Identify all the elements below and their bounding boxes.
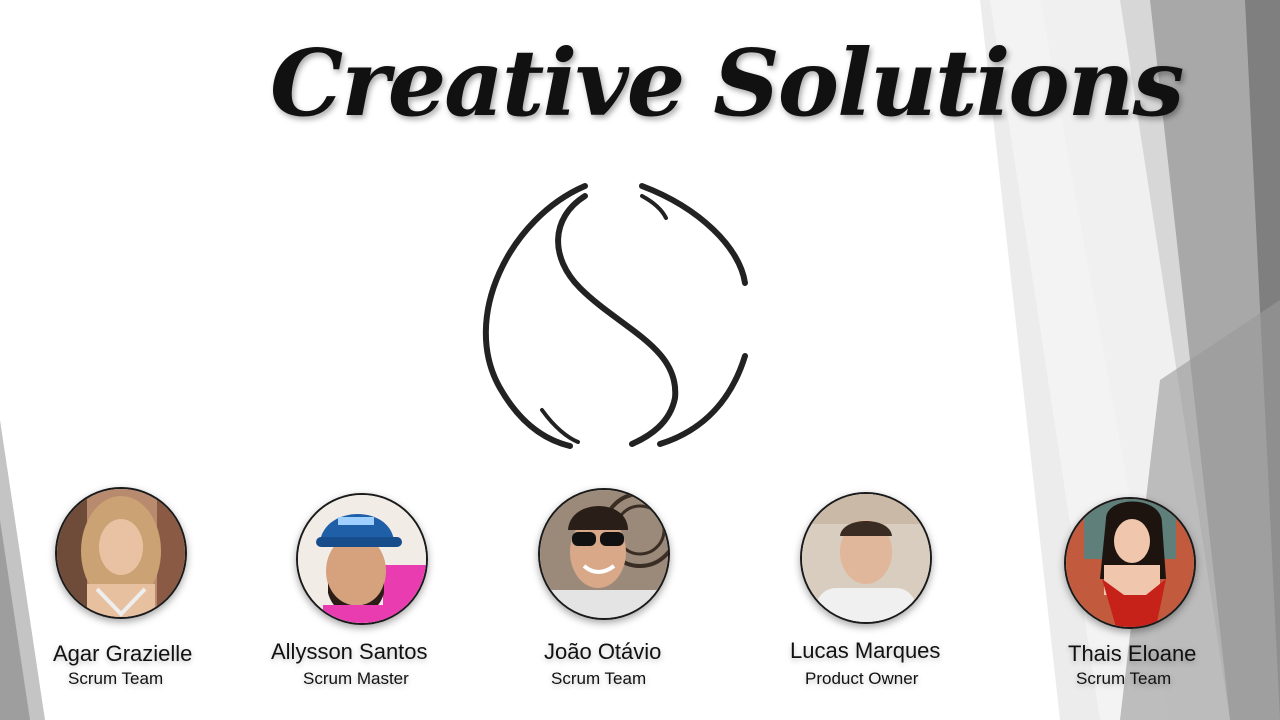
slide: Creative Solutions Agar Grazielle Scrum … xyxy=(0,0,1280,720)
member-name: Allysson Santos xyxy=(271,639,428,664)
avatar xyxy=(296,493,428,625)
person-photo-icon xyxy=(802,494,930,622)
member-role: Scrum Team xyxy=(551,669,647,688)
member-role: Scrum Master xyxy=(303,669,409,688)
member-name: João Otávio xyxy=(544,639,662,664)
person-photo-icon xyxy=(57,489,185,617)
member-name: Thais Eloane xyxy=(1068,641,1197,666)
member-name: Lucas Marques xyxy=(790,638,941,663)
cs-swirl-logo-icon xyxy=(482,183,748,449)
member-role: Product Owner xyxy=(805,669,919,688)
avatar xyxy=(1064,497,1196,629)
member-role: Scrum Team xyxy=(1076,669,1172,688)
avatar xyxy=(55,487,187,619)
member-name: Agar Grazielle xyxy=(53,641,193,666)
company-title: Creative Solutions xyxy=(270,29,1184,137)
avatar xyxy=(800,492,932,624)
person-photo-icon xyxy=(1066,499,1194,627)
person-photo-icon xyxy=(540,490,668,618)
member-role: Scrum Team xyxy=(68,669,164,688)
person-photo-icon xyxy=(298,495,426,623)
avatar xyxy=(538,488,670,620)
